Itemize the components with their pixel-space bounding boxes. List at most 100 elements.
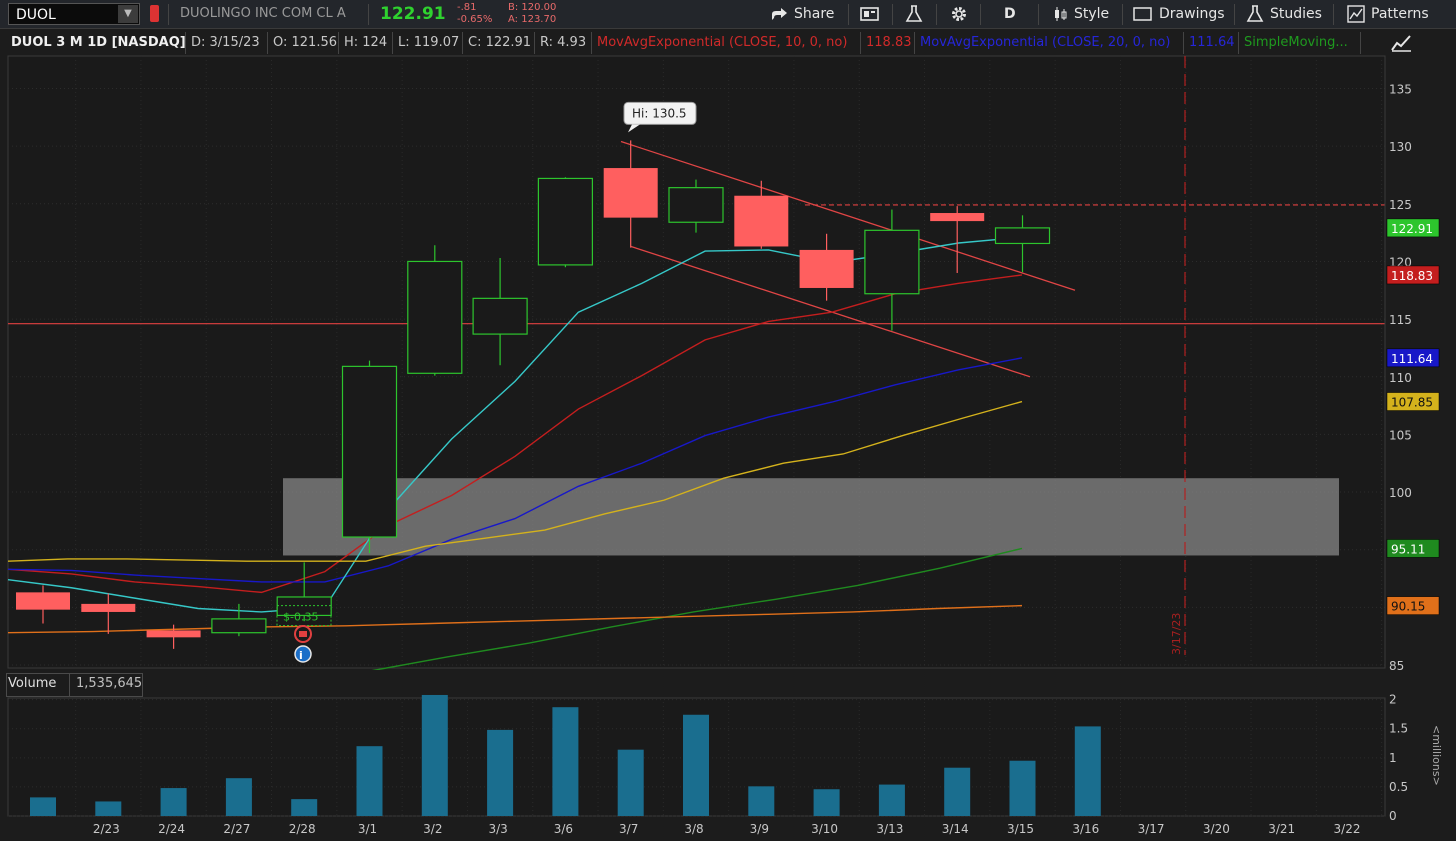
volume-tick-label: 0.5 [1389, 780, 1408, 794]
volume-bar [878, 784, 905, 816]
volume-bar [225, 778, 252, 816]
studies-button[interactable]: Studies [1246, 0, 1322, 29]
date-tick-label: 3/6 [554, 822, 573, 836]
volume-bar [748, 786, 775, 816]
candle-body [603, 168, 658, 218]
volume-unit-label: <millions> [1430, 725, 1443, 786]
y-tick-label: 115 [1389, 313, 1412, 327]
patterns-button[interactable]: Patterns [1347, 0, 1429, 29]
candle-style-icon [1055, 7, 1067, 21]
price-tag-label: 107.85 [1391, 396, 1433, 410]
y-tick-label: 130 [1389, 140, 1412, 154]
divider [980, 4, 981, 25]
volume-bar [356, 746, 383, 816]
info-marker-icon [294, 645, 312, 663]
snapshot-icon [860, 7, 879, 21]
date-axis: 2/23 2/24 2/27 2/28 3/1 3/2 3/3 3/6 3/7 3/8 3/9 3/1… [93, 822, 1361, 836]
volume-chart[interactable]: 0 0.5 1 1.5 2 2/23 2/24 2/27 2/28 3/1 3/2 3/3 3/6 3/… [0, 670, 1456, 841]
volume-tick-label: 0 [1389, 809, 1397, 823]
y-tick-label: 100 [1389, 486, 1412, 500]
date-tick-label: 2/27 [223, 822, 250, 836]
candle-body [81, 603, 136, 612]
drawings-label: Drawings [1159, 6, 1225, 22]
share-button[interactable]: Share [770, 0, 834, 29]
symbol-selector[interactable]: DUOL ▼ [8, 3, 140, 25]
volume-bar [1074, 726, 1101, 816]
candle-body [799, 249, 854, 288]
settings-button[interactable] [950, 0, 974, 29]
candle-body [734, 195, 789, 247]
volume-bar [30, 797, 56, 816]
volume-bar [487, 729, 514, 816]
bid-value: B: 120.00 [508, 2, 557, 13]
volume-tick-label: 1 [1389, 751, 1397, 765]
volume-tick-label: 2 [1389, 693, 1397, 707]
y-tick-label: 135 [1389, 83, 1412, 97]
candle-body [211, 618, 267, 634]
fill-label: $-0.35 [283, 611, 318, 624]
date-tick-label: 3/16 [1072, 822, 1099, 836]
price-tag-label: 118.83 [1391, 269, 1433, 283]
volume-axis: 0 0.5 1 1.5 2 [1384, 693, 1408, 823]
date-tick-label: 2/28 [289, 822, 316, 836]
alert-flag-icon[interactable] [150, 5, 159, 22]
date-tick-label: 3/10 [811, 822, 838, 836]
chart-window: DUOL ▼ DUOLINGO INC COM CL A 122.91 -.81… [0, 0, 1456, 841]
company-name: DUOLINGO INC COM CL A [180, 6, 346, 21]
bid-ask: B: 120.00 A: 123.70 [508, 2, 556, 26]
studies-label: Studies [1270, 6, 1322, 22]
date-tick-label: 3/8 [684, 822, 703, 836]
style-label: Style [1074, 6, 1110, 22]
price-tag-label: 90.15 [1391, 600, 1425, 614]
date-tick-label: 3/7 [619, 822, 638, 836]
candle-body [16, 592, 70, 610]
divider [168, 4, 169, 25]
snapshot-button[interactable] [860, 0, 886, 29]
candle-body [341, 365, 398, 538]
price-pane-frame [7, 55, 1386, 669]
lab-button[interactable] [905, 0, 929, 29]
y-tick-label: 125 [1389, 198, 1412, 212]
divider [1038, 4, 1039, 25]
chevron-down-icon[interactable]: ▼ [118, 5, 138, 23]
candle-body [668, 187, 724, 223]
price-tag-label: 111.64 [1391, 352, 1433, 366]
style-button[interactable]: Style [1052, 0, 1109, 29]
sell-marker-glyph [299, 631, 307, 637]
patterns-label: Patterns [1371, 6, 1429, 22]
candle-body [930, 213, 985, 222]
flask-icon [905, 5, 923, 22]
y-tick-label: 105 [1389, 428, 1412, 442]
drawings-icon [1133, 7, 1152, 21]
patterns-icon [1347, 5, 1365, 23]
net-change: -.81 -0.65% [457, 2, 492, 26]
divider [1234, 4, 1235, 25]
ask-value: A: 123.70 [508, 14, 557, 25]
volume-bar [813, 789, 840, 816]
volume-bar [1009, 760, 1036, 816]
candle-body [407, 260, 463, 374]
price-axis: 859095100105110115120125130135122.91118.… [1384, 56, 1440, 670]
date-tick-label: 3/2 [423, 822, 442, 836]
drawings-button[interactable]: Drawings [1133, 0, 1225, 29]
divider [936, 4, 937, 25]
date-tick-label: 3/20 [1203, 822, 1230, 836]
price-chart[interactable]: 3/17/23 Hi: 130.5$-0.35i 859095100105110… [0, 30, 1456, 670]
y-tick-label: 85 [1389, 659, 1404, 670]
symbol-text: DUOL [16, 7, 56, 23]
volume-bar [617, 749, 644, 816]
share-label: Share [794, 6, 835, 22]
info-marker-glyph: i [299, 649, 303, 662]
flask-icon [1246, 5, 1264, 22]
last-price: 122.91 [380, 4, 446, 24]
date-tick-label: 3/1 [358, 822, 377, 836]
date-marker-label: 3/17/23 [1170, 613, 1183, 655]
volume-tick-label: 1.5 [1389, 722, 1408, 736]
divider [848, 4, 849, 25]
divider [892, 4, 893, 25]
y-tick-label: 110 [1389, 371, 1412, 385]
date-tick-label: 3/15 [1007, 822, 1034, 836]
period-button[interactable]: D [1004, 0, 1016, 29]
candle-body [864, 229, 920, 295]
volume-bar [291, 799, 318, 816]
